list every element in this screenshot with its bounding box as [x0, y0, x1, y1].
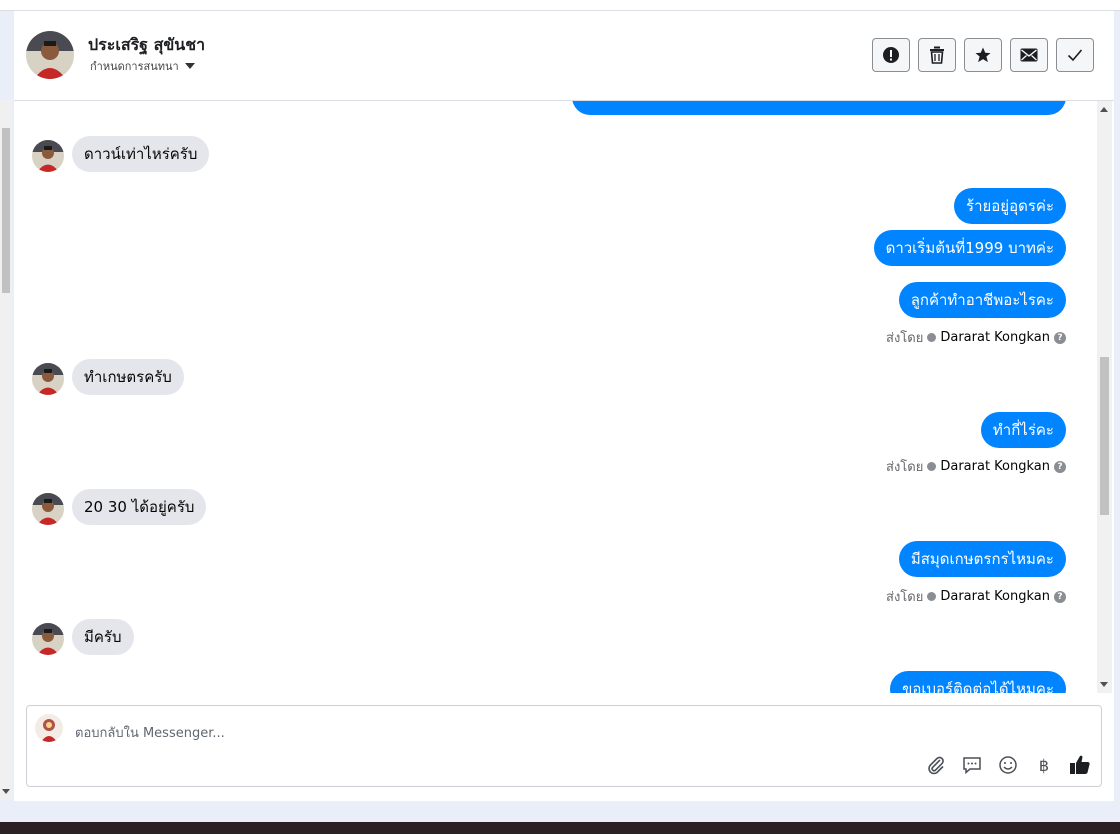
caret-down-icon — [184, 63, 195, 69]
message-incoming: ดาวน์เท่าไหร่ครับ — [72, 136, 210, 172]
header-actions — [872, 38, 1094, 72]
sender-agent-name[interactable]: Dararat Kongkan — [940, 330, 1050, 345]
saved-replies-button[interactable] — [961, 754, 983, 776]
help-icon[interactable]: ? — [1054, 590, 1066, 603]
baht-icon: ฿ — [1038, 755, 1050, 775]
message-incoming: ทำเกษตรครับ — [72, 359, 184, 395]
messages-scrollbar-thumb[interactable] — [1100, 357, 1109, 515]
report-icon — [883, 47, 899, 63]
sender-agent-name[interactable]: Dararat Kongkan — [940, 589, 1050, 604]
paperclip-icon — [928, 756, 944, 775]
mail-icon — [1020, 48, 1038, 62]
mark-done-button[interactable] — [1056, 38, 1094, 72]
message-incoming: มีครับ — [72, 619, 134, 655]
sender-avatar[interactable] — [32, 363, 64, 395]
contact-avatar[interactable] — [26, 31, 74, 79]
chat-bubble-icon — [963, 757, 981, 775]
schedule-label: กำหนดการสนทนา — [90, 60, 179, 73]
message-outgoing: ทำกี่ไร่คะ — [980, 412, 1066, 448]
sender-avatar[interactable] — [32, 140, 64, 172]
sender-agent-name[interactable]: Dararat Kongkan — [940, 459, 1050, 474]
os-taskbar — [0, 822, 1120, 834]
check-icon — [1067, 49, 1083, 62]
emoji-button[interactable] — [997, 754, 1019, 776]
page-scrollbar[interactable] — [0, 100, 12, 800]
message-outgoing-partial — [572, 101, 1066, 115]
reply-composer[interactable]: ตอบกลับใน Messenger... ฿ — [26, 705, 1102, 787]
thumbs-up-icon — [1070, 755, 1090, 774]
report-button[interactable] — [872, 38, 910, 72]
sent-by-label: ส่งโดย Dararat Kongkan ? — [886, 586, 1066, 607]
contact-name[interactable]: ประเสริฐ สุขันชา — [88, 33, 205, 58]
verified-icon — [927, 333, 937, 342]
message-outgoing: ขอเบอร์ติดต่อได้ไหมคะ — [890, 671, 1066, 693]
conversation-header: ประเสริฐ สุขันชา กำหนดการสนทนา — [14, 11, 1114, 101]
emoji-icon — [999, 756, 1017, 774]
help-icon[interactable]: ? — [1054, 331, 1066, 344]
star-icon — [975, 47, 991, 63]
message-incoming: 20 30 ได้อยู่ครับ — [72, 489, 207, 525]
page-scroll-down-arrow[interactable] — [2, 789, 10, 794]
sent-by-prefix: ส่งโดย — [886, 590, 924, 605]
message-outgoing: ลูกค้าทำอาชีพอะไรคะ — [898, 282, 1066, 318]
sender-avatar[interactable] — [32, 493, 64, 525]
page-avatar — [35, 714, 63, 742]
sent-by-label: ส่งโดย Dararat Kongkan ? — [886, 327, 1066, 348]
message-list[interactable]: ดาวน์เท่าไหร่ครับ ร้ายอยู่อุดรค่ะ ดาวเริ… — [14, 101, 1098, 693]
message-outgoing: ดาวเริ่มต้นที่1999 บาทค่ะ — [873, 230, 1066, 266]
conversation-schedule-dropdown[interactable]: กำหนดการสนทนา — [90, 57, 195, 75]
trash-icon — [930, 46, 944, 64]
reply-input[interactable]: ตอบกลับใน Messenger... — [75, 722, 225, 743]
messages-scrollbar[interactable] — [1097, 101, 1112, 693]
mark-unread-button[interactable] — [1010, 38, 1048, 72]
message-outgoing: ร้ายอยู่อุดรค่ะ — [954, 188, 1066, 224]
page-scrollbar-thumb[interactable] — [2, 128, 10, 293]
scroll-down-arrow[interactable] — [1100, 682, 1108, 687]
verified-icon — [927, 462, 937, 471]
message-outgoing: มีสมุดเกษตรกรไหมคะ — [898, 541, 1066, 577]
scroll-up-arrow[interactable] — [1100, 107, 1108, 112]
help-icon[interactable]: ? — [1054, 460, 1066, 473]
sent-by-prefix: ส่งโดย — [886, 460, 924, 475]
like-button[interactable] — [1069, 754, 1091, 776]
sent-by-prefix: ส่งโดย — [886, 331, 924, 346]
conversation-panel: ประเสริฐ สุขันชา กำหนดการสนทนา ดาวน์เท่า… — [14, 10, 1114, 801]
star-button[interactable] — [964, 38, 1002, 72]
sender-avatar[interactable] — [32, 623, 64, 655]
sent-by-label: ส่งโดย Dararat Kongkan ? — [886, 456, 1066, 477]
delete-button[interactable] — [918, 38, 956, 72]
verified-icon — [927, 592, 937, 601]
attach-button[interactable] — [925, 754, 947, 776]
payment-button[interactable]: ฿ — [1033, 754, 1055, 776]
composer-tools: ฿ — [925, 754, 1091, 776]
